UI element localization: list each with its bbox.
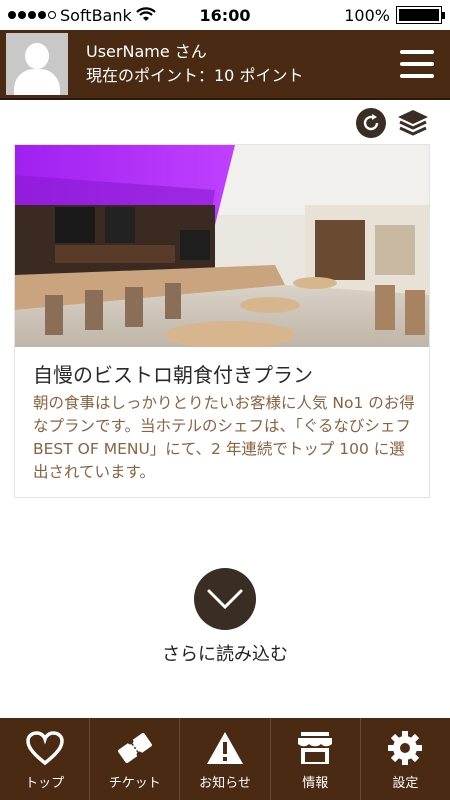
username: UserName さん bbox=[86, 42, 207, 61]
toolbar bbox=[356, 108, 430, 138]
bottom-nav: トップ チケット お知らせ 情報 設定 bbox=[0, 718, 450, 800]
app-header: UserName さん 現在のポイント：10 ポイント bbox=[0, 30, 450, 100]
nav-label-info: 情報 bbox=[302, 776, 329, 791]
load-more-button[interactable]: さらに読み込む bbox=[0, 568, 450, 666]
status-right: 100% bbox=[344, 5, 445, 25]
signal-strength-icon bbox=[8, 11, 56, 19]
carrier-name: SoftBank bbox=[60, 5, 132, 25]
nav-label-news: お知らせ bbox=[199, 776, 251, 791]
warning-icon bbox=[207, 732, 243, 764]
avatar[interactable] bbox=[6, 33, 68, 95]
hamburger-menu-icon[interactable] bbox=[400, 50, 434, 78]
nav-item-top[interactable]: トップ bbox=[0, 718, 89, 800]
ticket-icon bbox=[117, 733, 152, 763]
nav-item-news[interactable]: お知らせ bbox=[179, 718, 269, 800]
points-label: 現在のポイント：10 ポイント bbox=[86, 66, 304, 85]
plan-card[interactable]: 自慢のビストロ朝食付きプラン 朝の食事はしっかりとりたいお客様に人気 No1 の… bbox=[14, 144, 430, 498]
nav-item-ticket[interactable]: チケット bbox=[89, 718, 179, 800]
load-more-circle[interactable] bbox=[194, 568, 256, 630]
load-more-label: さらに読み込む bbox=[162, 644, 288, 665]
nav-item-settings[interactable]: 設定 bbox=[359, 718, 450, 800]
user-info: UserName さん 現在のポイント：10 ポイント bbox=[86, 40, 400, 88]
chevron-down-icon bbox=[207, 589, 243, 610]
plan-title: 自慢のビストロ朝食付きプラン bbox=[33, 363, 313, 387]
gear-icon bbox=[388, 731, 423, 765]
heart-icon bbox=[25, 731, 64, 766]
battery-percent: 100% bbox=[344, 5, 390, 25]
nav-item-info[interactable]: 情報 bbox=[269, 718, 360, 800]
battery-icon bbox=[396, 6, 445, 24]
nav-label-settings: 設定 bbox=[392, 776, 419, 791]
shop-icon bbox=[298, 732, 333, 764]
restaurant-photo bbox=[15, 145, 429, 347]
battery-fill bbox=[399, 9, 439, 21]
plan-description: 朝の食事はしっかりとりたいお客様に人気 No1 のお得なプランです。当ホテルのシ… bbox=[33, 394, 415, 481]
nav-label-top: トップ bbox=[25, 776, 65, 791]
nav-label-ticket: チケット bbox=[108, 776, 161, 791]
layers-icon[interactable] bbox=[396, 108, 430, 138]
refresh-icon[interactable] bbox=[356, 108, 386, 138]
wifi-icon bbox=[136, 7, 156, 21]
status-left: SoftBank bbox=[8, 6, 156, 25]
status-bar: SoftBank 16:00 100% bbox=[0, 0, 450, 30]
status-time: 16:00 bbox=[199, 5, 251, 25]
